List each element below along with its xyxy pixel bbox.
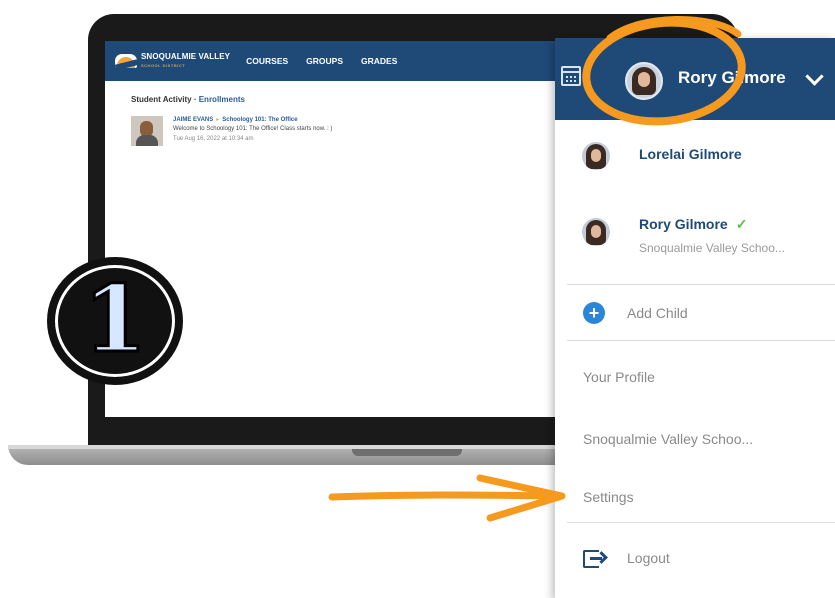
- settings-item[interactable]: Settings: [555, 478, 835, 514]
- section-title: Student Activity · Enrollments: [131, 95, 549, 104]
- add-child-button[interactable]: + Add Child: [555, 294, 835, 334]
- add-circle-icon: +: [583, 302, 605, 324]
- activity-text: JAIME EVANS ▸ Schoology 101: The Office We…: [173, 116, 332, 146]
- divider: [567, 284, 835, 285]
- nav-groups[interactable]: GROUPS: [306, 56, 343, 66]
- nav-courses[interactable]: COURSES: [246, 56, 288, 66]
- brand-name: SNOQUALMIE VALLEY: [141, 52, 231, 61]
- settings-arrow-shaft: [328, 491, 564, 501]
- rory-name-line: Rory Gilmore ✓: [639, 216, 747, 233]
- laptop-notch: [352, 449, 462, 456]
- district-label: Snoqualmie Valley Schoo...: [583, 431, 754, 447]
- account-option-rory[interactable]: Rory Gilmore ✓ Snoqualmie Valley Schoo...: [555, 210, 835, 280]
- settings-label: Settings: [583, 489, 634, 505]
- activity-arrow-icon: ▸: [216, 117, 220, 123]
- nav-grades[interactable]: GRADES: [361, 56, 397, 66]
- calendar-icon[interactable]: [561, 66, 581, 86]
- account-dropdown-panel: Rory Gilmore Lorelai Gilmore Rory Gilmor…: [555, 38, 835, 598]
- your-profile-item[interactable]: Your Profile: [555, 358, 835, 394]
- brand[interactable]: SNOQUALMIE VALLEY SCHOOL DISTRICT: [141, 52, 230, 70]
- current-account-name[interactable]: Rory Gilmore: [678, 68, 786, 88]
- lorelai-avatar: [582, 142, 610, 170]
- account-option-lorelai[interactable]: Lorelai Gilmore: [555, 134, 835, 188]
- logout-label: Logout: [627, 550, 670, 566]
- logout-icon: [583, 550, 602, 568]
- rory-school: Snoqualmie Valley Schoo...: [639, 241, 785, 255]
- activity-message: Welcome to Schoology 101: The Office! Cl…: [173, 125, 333, 132]
- activity-avatar[interactable]: [131, 116, 163, 146]
- district-item[interactable]: Snoqualmie Valley Schoo...: [555, 420, 835, 456]
- activity-user-link[interactable]: JAIME EVANS: [173, 117, 213, 123]
- top-navigation: SNOQUALMIE VALLEY SCHOOL DISTRICT COURSE…: [105, 41, 575, 81]
- divider: [567, 340, 835, 341]
- selected-check-icon: ✓: [735, 216, 748, 232]
- chevron-down-icon[interactable]: [805, 67, 824, 86]
- settings-arrow-head: [476, 474, 566, 522]
- activity-course-link[interactable]: Schoology 101: The Office: [222, 117, 297, 123]
- brand-subtitle: SCHOOL DISTRICT: [141, 63, 186, 68]
- enrollments-link[interactable]: Enrollments: [199, 95, 245, 104]
- activity-item: JAIME EVANS ▸ Schoology 101: The Office We…: [131, 116, 549, 146]
- header-avatar: [625, 62, 663, 100]
- your-profile-label: Your Profile: [583, 369, 655, 385]
- badge-number: 1: [81, 265, 148, 373]
- account-header[interactable]: Rory Gilmore: [555, 38, 835, 120]
- divider: [567, 522, 835, 523]
- rory-avatar: [582, 218, 610, 246]
- rory-name: Rory Gilmore: [639, 216, 728, 232]
- activity-date: Tue Aug 16, 2022 at 10:34 am: [173, 136, 254, 142]
- step-number-badge: 1: [49, 259, 181, 383]
- laptop-base-edge: [8, 445, 608, 449]
- section-title-prefix: Student Activity ·: [131, 95, 197, 104]
- add-child-label: Add Child: [627, 305, 688, 321]
- main-content: Student Activity · Enrollments JAIME EVA…: [105, 81, 575, 160]
- district-logo-icon: [115, 54, 137, 68]
- lorelai-name: Lorelai Gilmore: [639, 146, 742, 162]
- logout-item[interactable]: Logout: [555, 538, 835, 578]
